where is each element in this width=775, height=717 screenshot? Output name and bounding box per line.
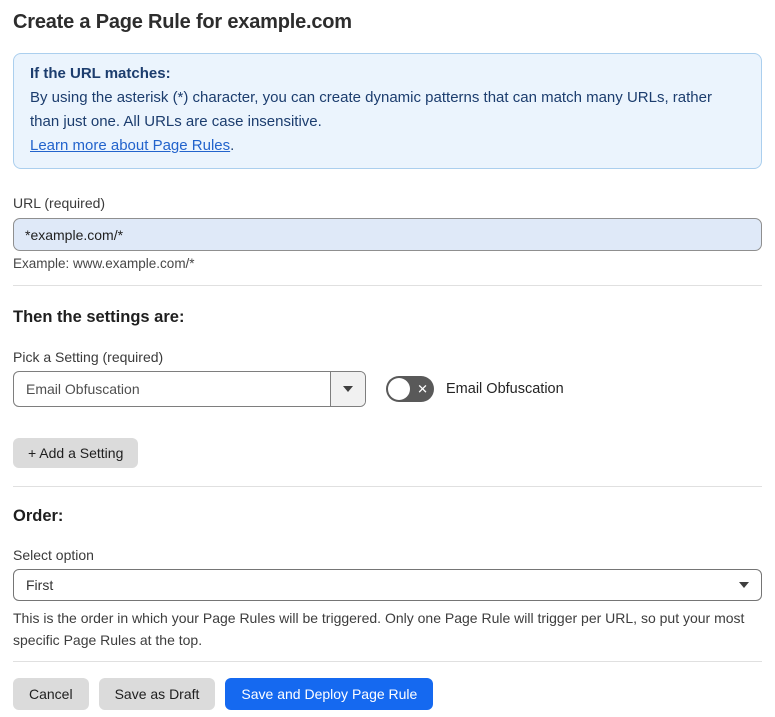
url-match-info-box: If the URL matches: By using the asteris… <box>13 53 762 169</box>
order-select-value: First <box>26 577 54 593</box>
footer-actions: Cancel Save as Draft Save and Deploy Pag… <box>13 678 762 710</box>
learn-more-link[interactable]: Learn more about Page Rules <box>30 137 230 154</box>
setting-select-arrow-button[interactable] <box>330 372 365 406</box>
page-title: Create a Page Rule for example.com <box>13 11 352 33</box>
toggle-knob <box>388 378 410 400</box>
divider <box>13 661 762 662</box>
info-box-body: By using the asterisk (*) character, you… <box>30 89 712 130</box>
chevron-down-icon <box>343 386 353 392</box>
save-and-deploy-button[interactable]: Save and Deploy Page Rule <box>225 678 434 710</box>
cancel-button[interactable]: Cancel <box>13 678 89 710</box>
page-rule-form: Create a Page Rule for example.com If th… <box>0 0 775 710</box>
url-input[interactable] <box>13 218 762 251</box>
settings-heading: Then the settings are: <box>13 308 185 326</box>
x-icon: ✕ <box>417 381 428 397</box>
info-box-link-line: Learn more about Page Rules. <box>30 134 745 158</box>
divider <box>13 285 762 286</box>
add-setting-button[interactable]: + Add a Setting <box>13 438 139 468</box>
order-helper-text: This is the order in which your Page Rul… <box>13 610 745 648</box>
url-example-helper: Example: www.example.com/* <box>13 256 195 271</box>
link-suffix: . <box>230 137 235 154</box>
url-label: URL (required) <box>13 195 106 211</box>
email-obfuscation-toggle[interactable]: ✕ <box>386 376 434 402</box>
select-option-label: Select option <box>13 547 94 563</box>
setting-select-value: Email Obfuscation <box>26 381 140 397</box>
order-select[interactable]: First <box>13 569 762 601</box>
setting-select[interactable]: Email Obfuscation <box>13 371 366 407</box>
toggle-setting-label: Email Obfuscation <box>446 381 564 397</box>
divider <box>13 486 762 487</box>
save-as-draft-button[interactable]: Save as Draft <box>98 678 216 710</box>
setting-row: Email Obfuscation ✕ Email Obfuscation <box>13 371 762 407</box>
info-box-heading: If the URL matches: <box>30 65 171 82</box>
pick-setting-label: Pick a Setting (required) <box>13 349 164 365</box>
chevron-down-icon <box>739 582 749 588</box>
order-heading: Order: <box>13 507 64 525</box>
